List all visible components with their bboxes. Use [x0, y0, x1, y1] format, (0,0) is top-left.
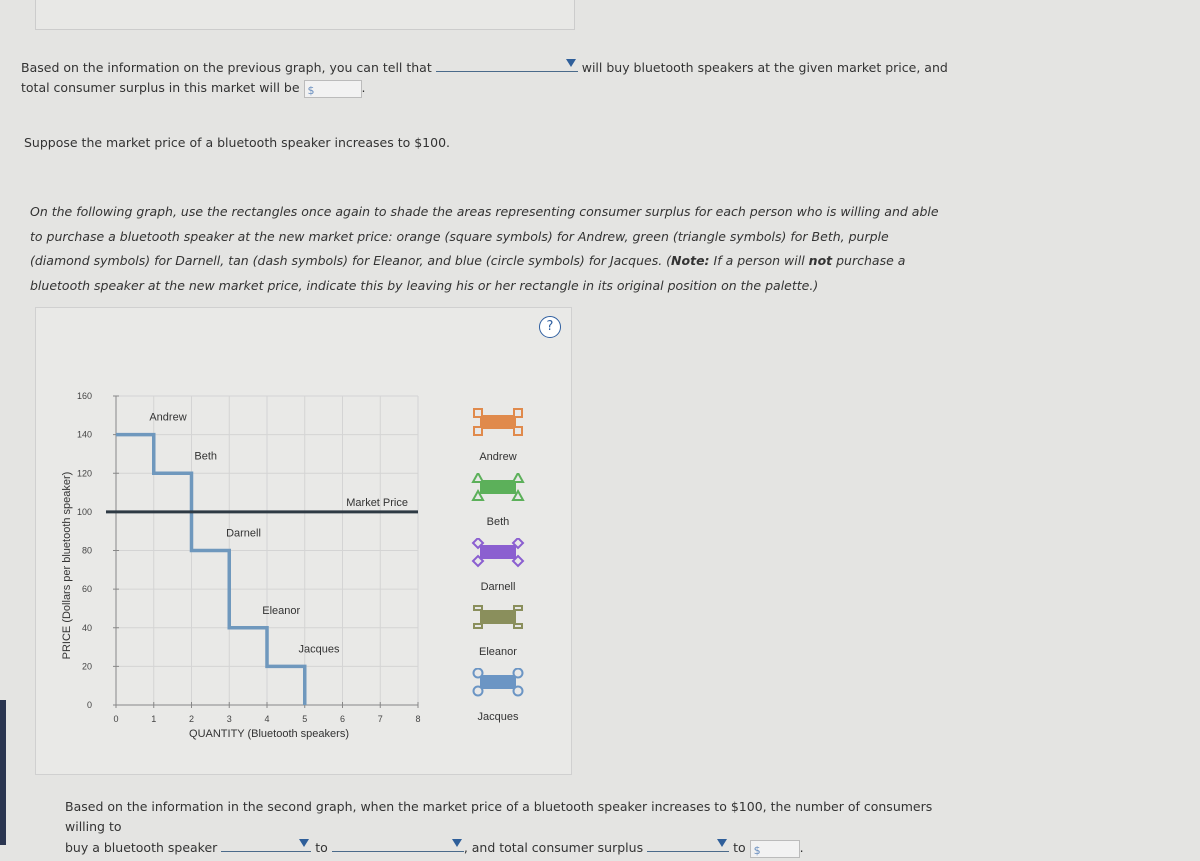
x-tick-label: 4 [264, 714, 269, 724]
question-2-line1: Based on the information in the second g… [65, 799, 933, 834]
demand-label-andrew: Andrew [149, 412, 186, 424]
palette-label-andrew: Andrew [479, 451, 517, 463]
palette-rect-beth[interactable] [468, 473, 528, 503]
dropdown-arrow-icon [299, 839, 310, 847]
y-tick-label: 60 [82, 584, 92, 594]
currency-symbol: $ [753, 843, 761, 857]
palette-label-darnell: Darnell [480, 581, 516, 593]
y-tick-label: 140 [77, 430, 92, 440]
question-1-text-after: will buy bluetooth speakers at the given… [581, 60, 948, 75]
demand-curve [116, 432, 307, 705]
x-tick-label: 2 [189, 714, 194, 724]
market-price-label: Market Price [346, 497, 408, 509]
instructions-part2: If a person will [709, 253, 809, 268]
question-2-mid: , and total consumer surplus [463, 840, 644, 855]
x-tick-label: 7 [378, 714, 383, 724]
new-surplus-input[interactable]: $ [749, 839, 800, 858]
demand-label-jacques: Jacques [299, 643, 340, 655]
x-tick-label: 5 [302, 714, 307, 724]
x-tick-label: 1 [151, 714, 156, 724]
demand-label-beth: Beth [194, 450, 217, 462]
palette-rect-darnell[interactable] [468, 538, 528, 568]
y-tick-label: 20 [82, 661, 92, 671]
question-2: Based on the information in the second g… [65, 797, 945, 858]
to-label-2: to [733, 840, 746, 855]
y-tick-label: 160 [77, 391, 92, 401]
palette-rect-andrew[interactable] [468, 408, 528, 438]
x-tick-label: 3 [227, 714, 232, 724]
x-tick-label: 8 [415, 714, 420, 724]
demand-label-eleanor: Eleanor [262, 605, 300, 617]
palette-label-eleanor: Eleanor [479, 646, 517, 658]
y-tick-label: 40 [82, 623, 92, 633]
to-label: to [315, 840, 328, 855]
x-tick-label: 6 [340, 714, 345, 724]
x-tick-label: 0 [113, 714, 118, 724]
note-label: Note: [671, 253, 710, 268]
period: . [799, 840, 804, 855]
palette-label-beth: Beth [486, 516, 510, 528]
palette-label-jacques: Jacques [477, 711, 519, 723]
dropdown-arrow-icon [717, 839, 728, 847]
y-axis-label: PRICE (Dollars per bluetooth speaker) [61, 472, 73, 660]
demand-chart[interactable]: 0 1 2 3 4 5 6 7 8020406080100120140160AndrewBeth… [0, 0, 600, 780]
dropdown-arrow-icon [451, 839, 462, 847]
palette-rect-eleanor[interactable] [468, 603, 528, 633]
window-edge [0, 700, 6, 845]
not-emphasis: not [808, 253, 833, 268]
y-tick-label: 100 [77, 507, 92, 517]
palette-rect-jacques[interactable] [468, 668, 528, 698]
x-axis-label: QUANTITY (Bluetooth speakers) [189, 728, 349, 740]
demand-label-darnell: Darnell [226, 528, 261, 540]
y-tick-label: 120 [77, 468, 92, 478]
question-2-line2: buy a bluetooth speaker [65, 840, 218, 855]
y-tick-label: 80 [82, 546, 92, 556]
y-tick-label: 0 [87, 700, 92, 710]
